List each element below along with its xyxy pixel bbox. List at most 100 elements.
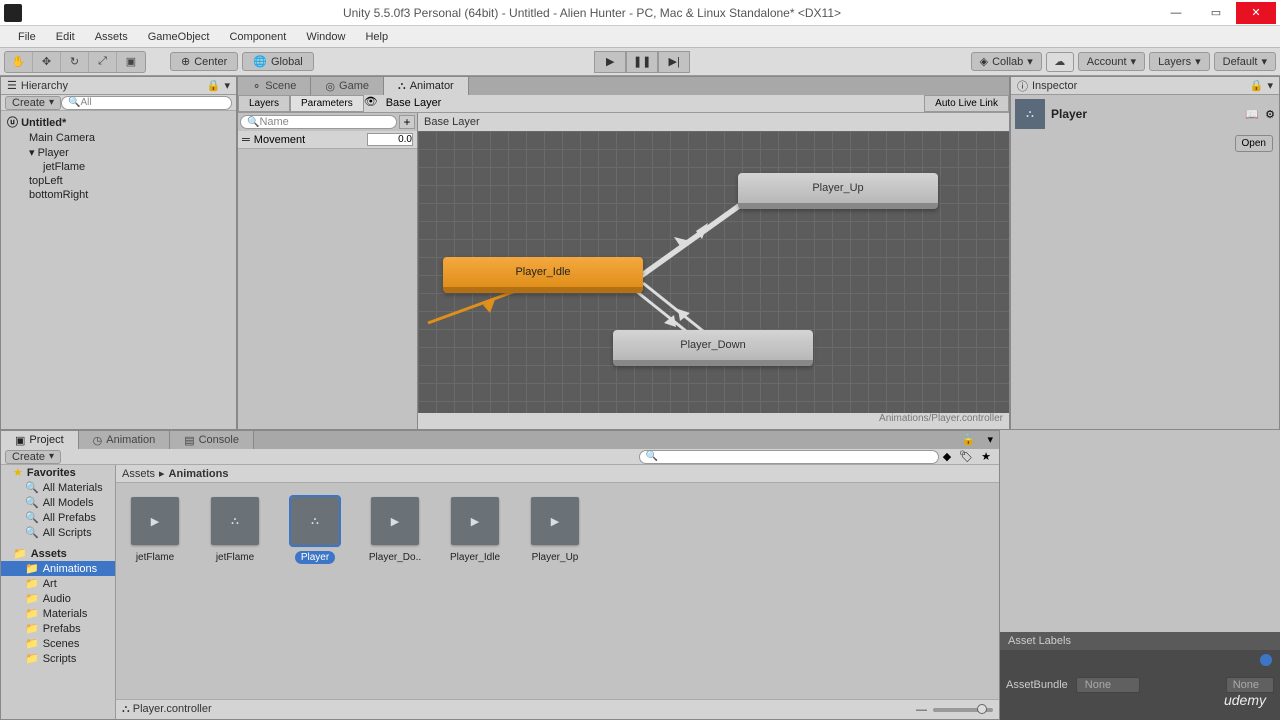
rotate-tool-icon[interactable]: ↻ bbox=[61, 52, 89, 72]
state-node-down[interactable]: Player_Down bbox=[613, 330, 813, 366]
account-dropdown[interactable]: Account▾ bbox=[1078, 52, 1145, 71]
console-tab[interactable]: ▤Console bbox=[170, 431, 254, 449]
folder-item[interactable]: 📁Animations bbox=[1, 561, 115, 576]
controller-icon: ⛬ bbox=[211, 497, 259, 545]
hierarchy-tab[interactable]: ☰Hierarchy🔒▾ bbox=[1, 77, 236, 95]
lock-icon[interactable]: 🔒 bbox=[207, 79, 221, 92]
asset-item[interactable]: ▶Player_Up bbox=[530, 497, 580, 685]
hand-tool-icon[interactable]: ✋ bbox=[5, 52, 33, 72]
lock-icon[interactable]: 🔒 bbox=[956, 431, 982, 449]
open-button[interactable]: Open bbox=[1235, 135, 1273, 152]
create-dropdown[interactable]: Create ▾ bbox=[5, 450, 61, 464]
eye-icon[interactable]: 👁 bbox=[364, 95, 378, 112]
play-button[interactable]: ▶ bbox=[594, 51, 626, 73]
favorite-item[interactable]: 🔍All Scripts bbox=[1, 525, 115, 540]
rect-tool-icon[interactable]: ▣ bbox=[117, 52, 145, 72]
hierarchy-item[interactable]: jetFlame bbox=[1, 160, 236, 174]
folder-item[interactable]: 📁Materials bbox=[1, 606, 115, 621]
auto-live-link-button[interactable]: Auto Live Link bbox=[924, 95, 1009, 112]
menu-help[interactable]: Help bbox=[355, 31, 398, 43]
animator-graph[interactable]: Base Layer Player_Up Player_Idle Player bbox=[418, 113, 1009, 429]
panel-menu-icon[interactable]: ▾ bbox=[224, 79, 230, 92]
favorite-item[interactable]: 🔍All Models bbox=[1, 495, 115, 510]
tag-icon[interactable] bbox=[1260, 654, 1272, 666]
animation-tab[interactable]: ◷Animation bbox=[79, 431, 171, 449]
asset-grid[interactable]: ▶jetFlame ⛬jetFlame ⛬Player ▶Player_Do..… bbox=[116, 483, 999, 699]
lock-icon[interactable]: 🔒 bbox=[1250, 79, 1264, 92]
menu-edit[interactable]: Edit bbox=[46, 31, 85, 43]
menu-window[interactable]: Window bbox=[296, 31, 355, 43]
menu-assets[interactable]: Assets bbox=[85, 31, 138, 43]
asset-variant-dropdown[interactable]: None bbox=[1226, 677, 1274, 693]
hierarchy-item[interactable]: topLeft bbox=[1, 174, 236, 188]
breadcrumb-current[interactable]: Animations bbox=[169, 468, 229, 480]
hierarchy-item[interactable]: Main Camera bbox=[1, 131, 236, 145]
menu-file[interactable]: File bbox=[8, 31, 46, 43]
folder-item[interactable]: 📁Scripts bbox=[1, 651, 115, 666]
pause-button[interactable]: ❚❚ bbox=[626, 51, 658, 73]
parameters-subtab[interactable]: Parameters bbox=[290, 95, 364, 112]
project-header: Create ▾ 🔍 ◆ 🏷 ★ bbox=[1, 449, 999, 465]
window-title: Unity 5.5.0f3 Personal (64bit) - Untitle… bbox=[28, 6, 1156, 20]
scale-tool-icon[interactable]: ⤢ bbox=[89, 52, 117, 72]
animation-icon: ◷ bbox=[93, 434, 103, 447]
menu-gameobject[interactable]: GameObject bbox=[138, 31, 220, 43]
menu-component[interactable]: Component bbox=[219, 31, 296, 43]
filter-label-icon[interactable]: 🏷 bbox=[955, 450, 977, 463]
create-dropdown[interactable]: Create ▾ bbox=[5, 96, 61, 110]
param-search[interactable]: 🔍Name bbox=[240, 115, 397, 129]
project-tab[interactable]: ▣Project bbox=[1, 431, 79, 449]
layers-dropdown[interactable]: Layers▾ bbox=[1149, 52, 1210, 71]
step-button[interactable]: ▶| bbox=[658, 51, 690, 73]
folder-item[interactable]: 📁Prefabs bbox=[1, 621, 115, 636]
panel-menu-icon[interactable]: ▾ bbox=[1267, 79, 1273, 92]
state-node-idle[interactable]: Player_Idle bbox=[443, 257, 643, 293]
asset-item[interactable]: ⛬jetFlame bbox=[210, 497, 260, 685]
param-row[interactable]: ═ Movement bbox=[238, 131, 417, 149]
add-param-button[interactable]: + bbox=[399, 115, 415, 129]
inspector-tab[interactable]: ⓘInspector🔒▾ bbox=[1011, 77, 1279, 95]
scene-tab[interactable]: ⚬Scene bbox=[238, 77, 311, 95]
hierarchy-item[interactable]: bottomRight bbox=[1, 188, 236, 202]
state-node-up[interactable]: Player_Up bbox=[738, 173, 938, 209]
help-icon[interactable]: 📖 bbox=[1245, 108, 1259, 121]
scene-root[interactable]: ⓤ Untitled* bbox=[1, 113, 236, 131]
animator-tab[interactable]: ⛬Animator bbox=[384, 77, 469, 95]
cloud-button[interactable]: ☁ bbox=[1046, 52, 1074, 72]
layers-subtab[interactable]: Layers bbox=[238, 95, 290, 112]
collab-dropdown[interactable]: ◈Collab▾ bbox=[971, 52, 1042, 71]
close-button[interactable]: ✕ bbox=[1236, 2, 1276, 24]
maximize-button[interactable]: ▭ bbox=[1196, 2, 1236, 24]
panel-menu-icon[interactable]: ▾ bbox=[981, 431, 999, 449]
pivot-toggle[interactable]: ⊕Center bbox=[170, 52, 238, 71]
minimize-button[interactable]: — bbox=[1156, 2, 1196, 24]
favorites-header[interactable]: ★Favorites bbox=[1, 465, 115, 480]
asset-item[interactable]: ⛬Player bbox=[290, 497, 340, 685]
hierarchy-search[interactable]: 🔍All bbox=[61, 96, 232, 110]
layout-dropdown[interactable]: Default▾ bbox=[1214, 52, 1276, 71]
settings-icon[interactable]: ⚙ bbox=[1265, 108, 1275, 121]
assets-root[interactable]: 📁Assets bbox=[1, 546, 115, 561]
folder-item[interactable]: 📁Art bbox=[1, 576, 115, 591]
asset-bundle-dropdown[interactable]: None bbox=[1076, 677, 1140, 693]
project-breadcrumb: Assets ▸ Animations bbox=[116, 465, 999, 483]
filter-type-icon[interactable]: ◆ bbox=[939, 450, 955, 463]
favorite-item[interactable]: 🔍All Materials bbox=[1, 480, 115, 495]
folder-item[interactable]: 📁Audio bbox=[1, 591, 115, 606]
asset-item[interactable]: ▶Player_Idle bbox=[450, 497, 500, 685]
move-tool-icon[interactable]: ✥ bbox=[33, 52, 61, 72]
list-view-icon[interactable]: — bbox=[916, 704, 927, 716]
hierarchy-item[interactable]: ▾ Player bbox=[1, 145, 236, 160]
asset-item[interactable]: ▶Player_Do.. bbox=[370, 497, 420, 685]
thumbnail-size-slider[interactable] bbox=[933, 708, 993, 712]
space-toggle[interactable]: 🌐Global bbox=[242, 52, 314, 71]
save-search-icon[interactable]: ★ bbox=[977, 450, 995, 463]
drag-handle-icon[interactable]: ═ bbox=[242, 134, 250, 146]
param-value-input[interactable] bbox=[367, 133, 413, 146]
asset-item[interactable]: ▶jetFlame bbox=[130, 497, 180, 685]
breadcrumb-root[interactable]: Assets bbox=[122, 468, 155, 480]
favorite-item[interactable]: 🔍All Prefabs bbox=[1, 510, 115, 525]
folder-item[interactable]: 📁Scenes bbox=[1, 636, 115, 651]
project-search[interactable]: 🔍 bbox=[639, 450, 939, 464]
game-tab[interactable]: ◎Game bbox=[311, 77, 384, 95]
